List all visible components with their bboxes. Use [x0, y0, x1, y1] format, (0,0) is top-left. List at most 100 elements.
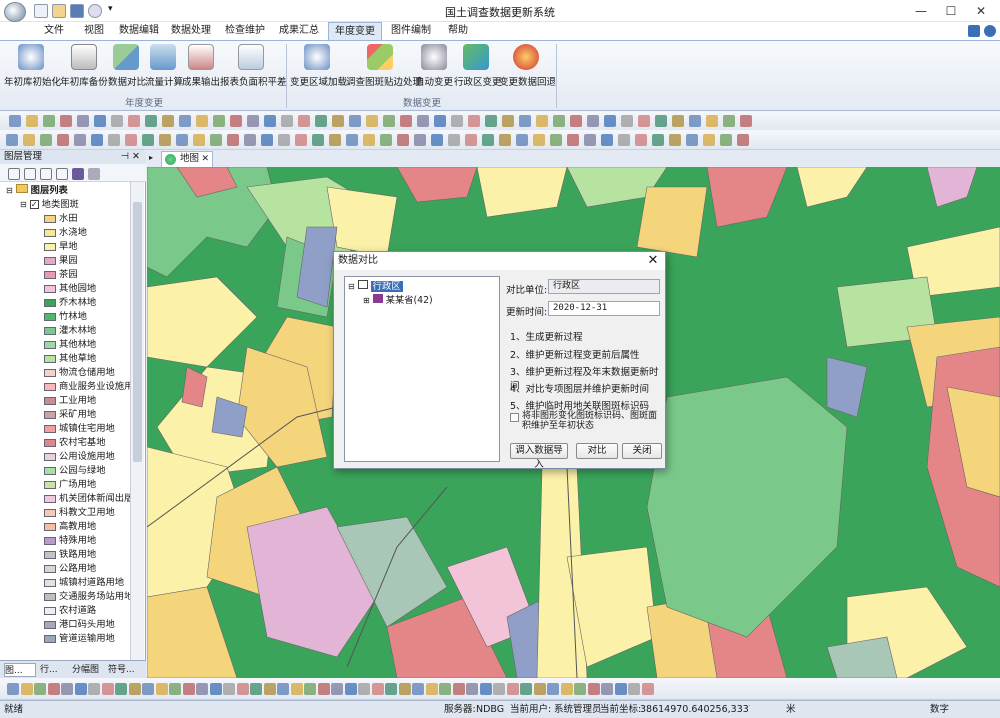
layer-item[interactable]: 交通服务场站用地	[44, 590, 133, 604]
menu-file[interactable]: 文件	[34, 22, 74, 40]
toolbar-tool-icon[interactable]	[213, 115, 225, 127]
toolbar-tool-icon[interactable]	[720, 134, 732, 146]
toolbar-tool-icon[interactable]	[43, 115, 55, 127]
toolbar-tool-icon[interactable]	[439, 683, 451, 695]
toolbar-tool-icon[interactable]	[397, 134, 409, 146]
toolbar-tool-icon[interactable]	[57, 134, 69, 146]
toolbar-tool-icon[interactable]	[290, 683, 303, 695]
toolbar-tool-icon[interactable]	[142, 683, 154, 695]
toolbar-tool-icon[interactable]	[312, 134, 324, 146]
toolbar-tool-icon[interactable]	[94, 115, 106, 127]
panel-pin-close[interactable]: ⊣ ✕	[121, 150, 140, 164]
toolbar-tool-icon[interactable]	[23, 134, 35, 146]
toolbar-tool-icon[interactable]	[398, 683, 411, 695]
tab-scroll-icon[interactable]: ▸	[149, 153, 153, 162]
toolbar-tool-icon[interactable]	[332, 115, 344, 127]
toolbar-tool-icon[interactable]	[125, 134, 137, 146]
layer-item[interactable]: 高教用地	[44, 520, 96, 534]
collapse-icon[interactable]	[56, 168, 68, 180]
layer-item[interactable]: 铁路用地	[44, 548, 96, 562]
layer-item[interactable]: 其他林地	[44, 338, 96, 352]
toolbar-tool-icon[interactable]	[210, 134, 222, 146]
toolbar-tool-icon[interactable]	[601, 683, 613, 695]
toolbar-tool-icon[interactable]	[155, 683, 168, 695]
auto-change-button[interactable]: 自动变更	[415, 44, 453, 94]
layer-item[interactable]: 水田	[44, 212, 78, 226]
layer-item[interactable]: 科教文卫用地	[44, 506, 115, 520]
layer-item[interactable]: 其他草地	[44, 352, 96, 366]
toolbar-tool-icon[interactable]	[652, 134, 664, 146]
layer-item[interactable]: 果园	[44, 254, 78, 268]
toolbar-tool-icon[interactable]	[570, 115, 582, 127]
toolbar-tool-icon[interactable]	[278, 134, 290, 146]
toolbar-tool-icon[interactable]	[493, 683, 505, 695]
layer-item[interactable]: 城镇住宅用地	[44, 422, 115, 436]
toolbar-tool-icon[interactable]	[533, 134, 545, 146]
layer-item[interactable]: 港口码头用地	[44, 618, 115, 632]
toolbar-tool-icon[interactable]	[465, 134, 477, 146]
toolbar-tool-icon[interactable]	[77, 115, 89, 127]
toolbar-tool-icon[interactable]	[227, 134, 239, 146]
layer-item[interactable]: 灌木林地	[44, 324, 96, 338]
toolbar-tool-icon[interactable]	[425, 683, 438, 695]
panel-scrollbar[interactable]	[130, 182, 144, 660]
expand-icon[interactable]	[40, 168, 52, 180]
toolbar-tool-icon[interactable]	[358, 683, 370, 695]
toolbar-tool-icon[interactable]	[159, 134, 171, 146]
toolbar-tool-icon[interactable]	[587, 683, 600, 695]
menu-data-process[interactable]: 数据处理	[166, 22, 216, 40]
region-change-button[interactable]: 行政区变更	[454, 44, 502, 94]
toolbar-tool-icon[interactable]	[553, 115, 565, 127]
toolbar-tool-icon[interactable]	[196, 115, 208, 127]
toolbar-tool-icon[interactable]	[88, 683, 100, 695]
layer-item[interactable]: 旱地	[44, 240, 78, 254]
toolbar-tool-icon[interactable]	[142, 134, 154, 146]
toolbar-tool-icon[interactable]	[47, 683, 60, 695]
unit-field[interactable]: 行政区	[548, 279, 660, 294]
toolbar-tool-icon[interactable]	[349, 115, 361, 127]
toolbar-tool-icon[interactable]	[482, 134, 494, 146]
layer-item[interactable]: 乔木林地	[44, 296, 96, 310]
toolbar-tool-icon[interactable]	[414, 134, 426, 146]
toolbar-tool-icon[interactable]	[431, 134, 443, 146]
minimize-button[interactable]: —	[906, 2, 936, 20]
toolbar-tool-icon[interactable]	[468, 115, 480, 127]
toolbar-tool-icon[interactable]	[263, 683, 276, 695]
layer-item[interactable]: 机关团体新闻出版	[44, 492, 133, 506]
toolbar-tool-icon[interactable]	[380, 134, 392, 146]
tab-close-icon[interactable]: ✕	[201, 152, 209, 166]
layer-item[interactable]: 物流仓储用地	[44, 366, 115, 380]
toolbar-tool-icon[interactable]	[689, 115, 701, 127]
menu-summary[interactable]: 成果汇总	[274, 22, 324, 40]
toolbar-tool-icon[interactable]	[574, 683, 586, 695]
toolbar-tool-icon[interactable]	[655, 115, 667, 127]
layer-item[interactable]: 广场用地	[44, 478, 96, 492]
toolbar-tool-icon[interactable]	[417, 115, 429, 127]
toolbar-tool-icon[interactable]	[40, 134, 52, 146]
toolbar-tool-icon[interactable]	[179, 115, 191, 127]
layer-item[interactable]: 公用设施用地	[44, 450, 115, 464]
toolbar-tool-icon[interactable]	[686, 134, 698, 146]
toolbar-tool-icon[interactable]	[247, 115, 259, 127]
toolbar-tool-icon[interactable]	[344, 683, 357, 695]
check-all-icon[interactable]	[8, 168, 20, 180]
toolbar-tool-icon[interactable]	[6, 134, 18, 146]
toolbar-tool-icon[interactable]	[128, 115, 140, 127]
layer-item[interactable]: 城镇村道路用地	[44, 576, 124, 590]
tree-node-region[interactable]: ⊟ 行政区	[348, 280, 403, 294]
toolbar-tool-icon[interactable]	[706, 115, 718, 127]
toolbar-tool-icon[interactable]	[520, 683, 532, 695]
toolbar-tool-icon[interactable]	[371, 683, 384, 695]
load-change-area-button[interactable]: 变更区域加载	[290, 44, 347, 94]
toolbar-tool-icon[interactable]	[451, 115, 463, 127]
toolbar-tool-icon[interactable]	[499, 134, 511, 146]
layer-item[interactable]: 农村宅基地	[44, 436, 106, 450]
tree-node-province[interactable]: ⊞ 某某省(42)	[363, 294, 433, 308]
toolbar-tool-icon[interactable]	[479, 683, 492, 695]
toolbar-tool-icon[interactable]	[448, 134, 460, 146]
toolbar-tool-icon[interactable]	[672, 115, 684, 127]
toolbar-tool-icon[interactable]	[618, 134, 630, 146]
toolbar-tool-icon[interactable]	[115, 683, 127, 695]
toolbar-tool-icon[interactable]	[385, 683, 397, 695]
toolbar-tool-icon[interactable]	[182, 683, 195, 695]
